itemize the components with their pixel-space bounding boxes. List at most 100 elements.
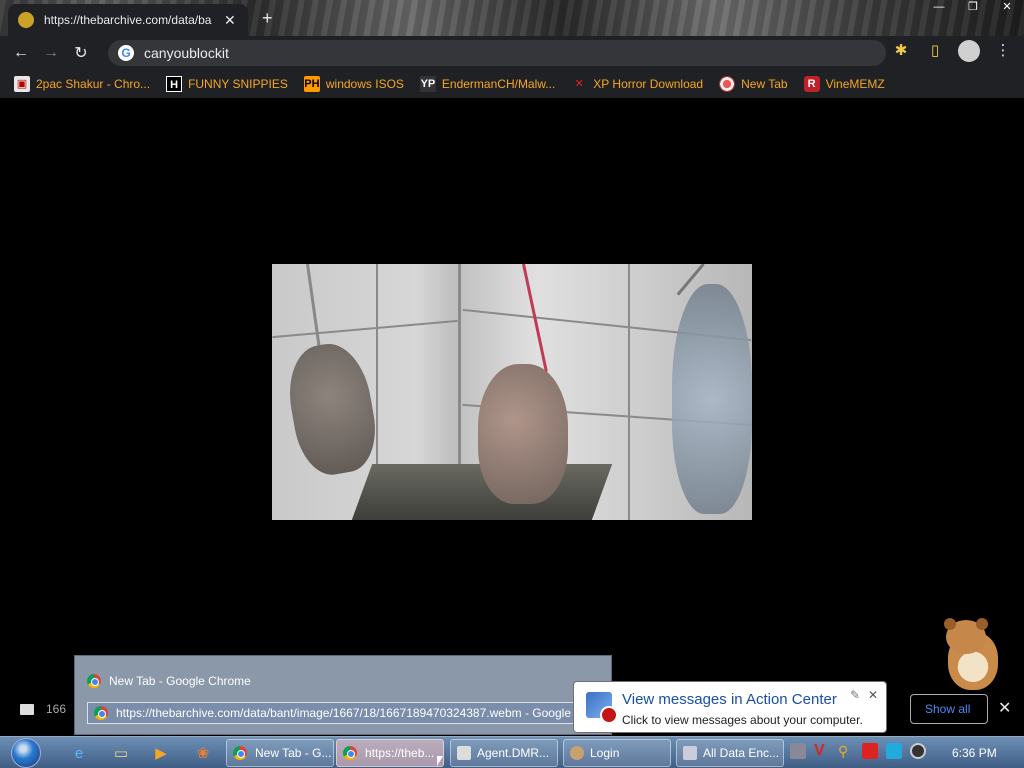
menu-kebab-icon[interactable]: ⋮ <box>992 40 1014 62</box>
minimize-icon[interactable]: — <box>922 0 956 14</box>
app-icon[interactable]: ❀ <box>190 741 216 765</box>
taskbar-button-label: Agent.DMR... <box>477 746 550 760</box>
screen: https://thebarchive.com/data/ba ✕ + — ❐ … <box>0 0 1024 768</box>
tab-close-icon[interactable]: ✕ <box>224 12 236 29</box>
yp-icon: YP <box>419 76 436 92</box>
taskbar-button-login[interactable]: Login <box>563 739 671 767</box>
bookmark-xp-horror[interactable]: ✕ XP Horror Download <box>571 76 703 92</box>
clock[interactable]: 6:36 PM <box>952 746 997 760</box>
chrome-icon <box>94 706 108 720</box>
bookmark-windows-isos[interactable]: PH windows ISOS <box>303 76 404 92</box>
taskbar-button-agent-dmr[interactable]: Agent.DMR... <box>450 739 558 767</box>
network-icon[interactable] <box>886 743 902 759</box>
tile-line <box>628 264 630 520</box>
chrome-icon <box>233 746 247 760</box>
chrome-icon <box>343 746 357 760</box>
hamster-icon <box>940 618 1004 690</box>
start-button[interactable] <box>6 737 46 768</box>
address-bar[interactable]: G canyoublockit <box>108 40 886 66</box>
bookmark-label: New Tab <box>741 77 788 91</box>
reload-icon[interactable]: ↻ <box>66 38 96 68</box>
bookmark-label: FUNNY SNIPPIES <box>188 77 288 91</box>
extensions-icon[interactable]: ✱ <box>890 40 912 62</box>
address-text: canyoublockit <box>144 45 229 61</box>
h-icon: H <box>166 76 183 92</box>
animal-figure <box>672 284 752 514</box>
user-icon <box>570 746 584 760</box>
file-icon <box>20 703 34 715</box>
bookmark-vinememz[interactable]: R VineMEMZ <box>803 76 885 92</box>
bookmark-label: windows ISOS <box>325 77 404 91</box>
taskbar-thumbnail-popup: New Tab - Google Chrome https://thebarch… <box>74 655 612 735</box>
download-bar-close-icon[interactable]: ✕ <box>998 698 1011 718</box>
bookmark-funny-snippies[interactable]: H FUNNY SNIPPIES <box>166 76 288 92</box>
bookmark-label: 2pac Shakur - Chro... <box>36 77 151 91</box>
media-player-icon[interactable]: ▶ <box>148 741 174 765</box>
internet-explorer-icon[interactable]: e <box>66 741 92 765</box>
hamster-ear <box>976 618 988 630</box>
tab-favicon-icon <box>18 12 34 28</box>
taskbar-button-label: New Tab - G... <box>255 746 332 760</box>
maximize-icon[interactable]: ❐ <box>956 0 990 14</box>
thumbnail-item[interactable]: New Tab - Google Chrome <box>87 670 251 692</box>
bookmark-2pac[interactable]: ▣ 2pac Shakur - Chro... <box>14 76 150 92</box>
back-icon[interactable]: ← <box>6 38 36 68</box>
show-all-label: Show all <box>925 702 971 716</box>
globe-icon <box>719 76 736 92</box>
notification-text: Click to view messages about your comput… <box>622 713 863 727</box>
browser-toolbar: ← → ↻ G canyoublockit ✱ ▯ ⋮ <box>0 36 1024 70</box>
tile-line <box>458 264 461 464</box>
animal-figure <box>281 338 383 480</box>
taskbar: e ▭ ▶ ❀ New Tab - G... https://theb... A… <box>0 736 1024 768</box>
taskbar-button-label: https://theb... <box>365 746 435 760</box>
thumbnail-title: https://thebarchive.com/data/bant/image/… <box>116 706 601 720</box>
rope <box>306 264 322 354</box>
browser-tab[interactable]: https://thebarchive.com/data/ba ✕ <box>8 4 248 36</box>
download-item[interactable]: 166 <box>0 690 80 728</box>
system-tray: V ⚲ <box>790 743 926 759</box>
hamster-ear <box>944 618 956 630</box>
r-icon: R <box>803 76 820 92</box>
download-filename: 166 <box>46 702 67 716</box>
thumbnail-item-selected[interactable]: https://thebarchive.com/data/bant/image/… <box>87 702 601 724</box>
bookmark-label: VineMEMZ <box>825 77 885 91</box>
close-window-icon[interactable]: ✕ <box>990 0 1024 14</box>
tray-app-icon[interactable] <box>790 743 806 759</box>
taskbar-button-label: All Data Enc... <box>703 746 780 760</box>
wrench-icon[interactable]: ✎ <box>850 688 860 702</box>
ph-icon: PH <box>303 76 320 92</box>
tray-v-icon[interactable]: V <box>814 743 830 759</box>
chrome-icon <box>87 674 101 688</box>
folder-icon[interactable]: ▭ <box>108 741 134 765</box>
profile-avatar-icon[interactable] <box>958 40 980 62</box>
action-center-flag-icon <box>586 692 618 724</box>
taskbar-button-all-data[interactable]: All Data Enc... <box>676 739 784 767</box>
bookmarks-bar: ▣ 2pac Shakur - Chro... H FUNNY SNIPPIES… <box>0 70 1024 98</box>
volume-icon[interactable] <box>910 743 926 759</box>
window-icon <box>457 746 471 760</box>
tray-search-icon[interactable]: ⚲ <box>838 743 854 759</box>
tab-title: https://thebarchive.com/data/ba <box>44 13 212 27</box>
new-tab-icon[interactable]: + <box>262 8 273 29</box>
forward-icon[interactable]: → <box>36 38 66 68</box>
action-center-notification[interactable]: View messages in Action Center Click to … <box>573 681 887 733</box>
mouse-cursor-icon <box>437 756 443 766</box>
window-icon <box>683 746 697 760</box>
video-player[interactable] <box>272 264 752 520</box>
window-controls: — ❐ ✕ <box>922 0 1024 14</box>
action-center-icon[interactable] <box>862 743 878 759</box>
bookmark-endermanch[interactable]: YP EndermanCH/Malw... <box>419 76 556 92</box>
2pac-icon: ▣ <box>14 76 30 92</box>
bookmark-new-tab[interactable]: New Tab <box>719 76 788 92</box>
show-all-button[interactable]: Show all <box>910 694 988 724</box>
taskbar-button-thebarchive[interactable]: https://theb... <box>336 739 444 767</box>
x-icon: ✕ <box>574 78 584 90</box>
side-panel-icon[interactable]: ▯ <box>924 40 946 62</box>
notification-title: View messages in Action Center <box>622 691 837 708</box>
taskbar-button-new-tab[interactable]: New Tab - G... <box>226 739 334 767</box>
windows-orb-icon <box>11 738 41 768</box>
bookmark-label: EndermanCH/Malw... <box>441 77 556 91</box>
google-icon: G <box>118 45 134 61</box>
tile-line <box>376 264 378 474</box>
notification-close-icon[interactable]: ✕ <box>868 688 878 702</box>
